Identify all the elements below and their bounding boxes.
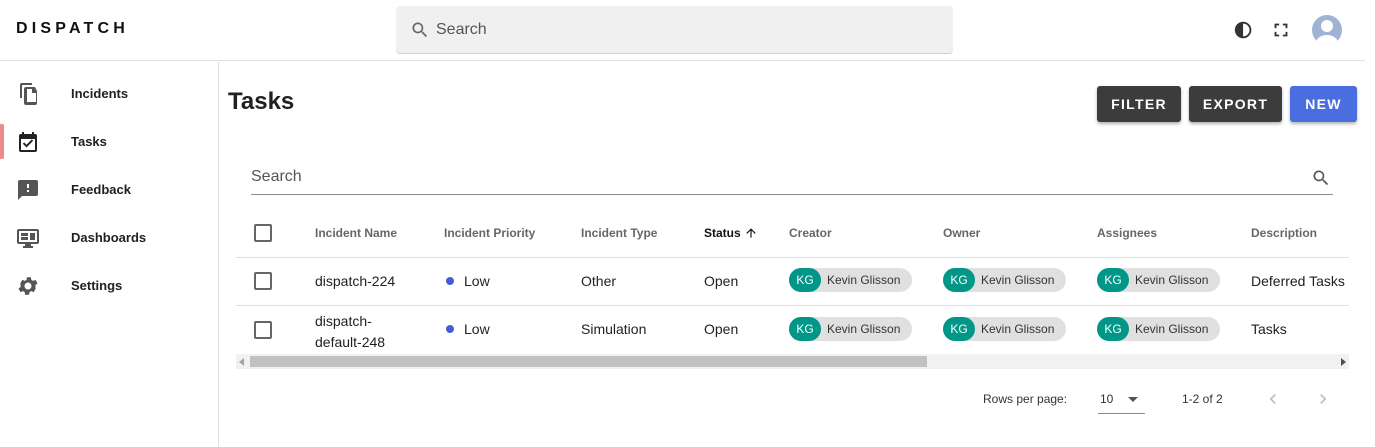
column-header-creator[interactable]: Creator <box>789 226 832 240</box>
feedback-icon <box>18 180 38 200</box>
assignee-chip[interactable]: KG Kevin Glisson <box>1097 268 1221 292</box>
divider <box>236 257 1349 258</box>
sidebar-item-label: Feedback <box>71 182 131 197</box>
user-icon <box>1315 20 1339 45</box>
table-search[interactable] <box>251 160 1333 195</box>
chip-avatar: KG <box>943 268 975 292</box>
chip-name: Kevin Glisson <box>827 273 901 287</box>
arrow-up-icon <box>746 228 756 238</box>
moon-icon[interactable] <box>1233 19 1255 41</box>
column-header-status[interactable]: Status <box>704 226 758 240</box>
file-copy-icon <box>20 83 37 105</box>
chip-name: Kevin Glisson <box>827 322 901 336</box>
rows-per-page-select[interactable]: 10 <box>1098 386 1145 414</box>
sidebar-item-tasks[interactable]: Tasks <box>0 118 218 166</box>
sidebar-item-label: Incidents <box>71 86 129 101</box>
new-button[interactable]: NEW <box>1290 86 1357 122</box>
chip-avatar: KG <box>943 317 975 341</box>
description: Tasks <box>1251 321 1287 337</box>
search-icon[interactable] <box>1311 168 1331 188</box>
caret-down-icon <box>1128 397 1138 402</box>
chip-name: Kevin Glisson <box>981 322 1055 336</box>
column-header-description[interactable]: Description <box>1251 226 1317 240</box>
page-title: Tasks <box>228 88 295 115</box>
avatar[interactable] <box>1312 15 1342 45</box>
search-icon <box>412 22 428 38</box>
scrollbar-thumb[interactable] <box>250 356 927 367</box>
incident-name-line: default-248 <box>315 334 386 350</box>
sidebar: Incidents Tasks Feedback Dashboards Sett… <box>0 62 219 447</box>
sidebar-item-incidents[interactable]: Incidents <box>0 70 218 118</box>
row-checkbox[interactable] <box>254 272 272 290</box>
description: Deferred Tasks <box>1251 273 1345 289</box>
export-button[interactable]: EXPORT <box>1189 86 1282 122</box>
chip-name: Kevin Glisson <box>1135 322 1209 336</box>
global-search[interactable] <box>396 6 953 54</box>
priority-dot-icon <box>446 325 454 334</box>
scroll-right-arrow-icon[interactable] <box>1341 358 1346 366</box>
column-header-incident-priority[interactable]: Incident Priority <box>444 226 535 240</box>
creator-chip[interactable]: KG Kevin Glisson <box>789 317 913 341</box>
select-all-checkbox[interactable] <box>254 224 272 242</box>
divider <box>236 305 1349 306</box>
column-header-assignees[interactable]: Assignees <box>1097 226 1157 240</box>
incident-name: dispatch-default-248 <box>315 311 385 353</box>
status: Open <box>704 273 739 289</box>
active-indicator <box>0 124 4 159</box>
gear-icon <box>18 277 38 295</box>
global-search-input[interactable] <box>436 18 936 42</box>
column-header-incident-type[interactable]: Incident Type <box>581 226 657 240</box>
horizontal-scrollbar[interactable] <box>236 354 1349 369</box>
sidebar-item-label: Dashboards <box>71 230 147 245</box>
incident-type: Other <box>581 273 617 289</box>
incident-priority: Low <box>446 273 490 289</box>
incident-name-line: dispatch- <box>315 313 372 329</box>
brand-logo[interactable]: DISPATCH <box>16 20 129 38</box>
priority-label: Low <box>464 273 490 289</box>
column-header-label: Status <box>704 226 741 240</box>
creator-chip[interactable]: KG Kevin Glisson <box>789 268 913 292</box>
sidebar-item-label: Settings <box>71 278 123 293</box>
scroll-left-arrow-icon[interactable] <box>239 358 244 366</box>
row-checkbox[interactable] <box>254 321 272 339</box>
priority-dot-icon <box>446 277 454 286</box>
filter-button[interactable]: FILTER <box>1097 86 1181 122</box>
monitor-dashboard-icon <box>17 229 39 248</box>
incident-priority: Low <box>446 321 490 337</box>
status: Open <box>704 321 739 337</box>
incident-type: Simulation <box>581 321 647 337</box>
chip-avatar: KG <box>1097 317 1129 341</box>
sidebar-item-settings[interactable]: Settings <box>0 262 218 310</box>
sidebar-item-feedback[interactable]: Feedback <box>0 166 218 214</box>
tasks-table: Incident Name Incident Priority Incident… <box>236 210 1349 370</box>
chevron-right-icon[interactable] <box>1313 389 1333 409</box>
sidebar-item-label: Tasks <box>71 134 107 149</box>
rows-per-page-value: 10 <box>1100 392 1114 406</box>
pagination-range: 1-2 of 2 <box>1182 392 1223 406</box>
sidebar-item-dashboards[interactable]: Dashboards <box>0 214 218 262</box>
owner-chip[interactable]: KG Kevin Glisson <box>943 268 1067 292</box>
app-bar: DISPATCH <box>0 0 1365 61</box>
fullscreen-icon[interactable] <box>1270 19 1292 41</box>
rows-per-page-label: Rows per page: <box>983 392 1068 406</box>
chip-avatar: KG <box>789 268 821 292</box>
column-header-owner[interactable]: Owner <box>943 226 980 240</box>
chip-name: Kevin Glisson <box>981 273 1055 287</box>
assignee-chip[interactable]: KG Kevin Glisson <box>1097 317 1221 341</box>
priority-label: Low <box>464 321 490 337</box>
calendar-check-icon <box>19 132 37 152</box>
chip-avatar: KG <box>1097 268 1129 292</box>
column-header-incident-name[interactable]: Incident Name <box>315 226 397 240</box>
chip-avatar: KG <box>789 317 821 341</box>
table-search-input[interactable] <box>251 166 1291 188</box>
incident-name: dispatch-224 <box>315 273 396 289</box>
chip-name: Kevin Glisson <box>1135 273 1209 287</box>
chevron-left-icon[interactable] <box>1263 389 1283 409</box>
owner-chip[interactable]: KG Kevin Glisson <box>943 317 1067 341</box>
